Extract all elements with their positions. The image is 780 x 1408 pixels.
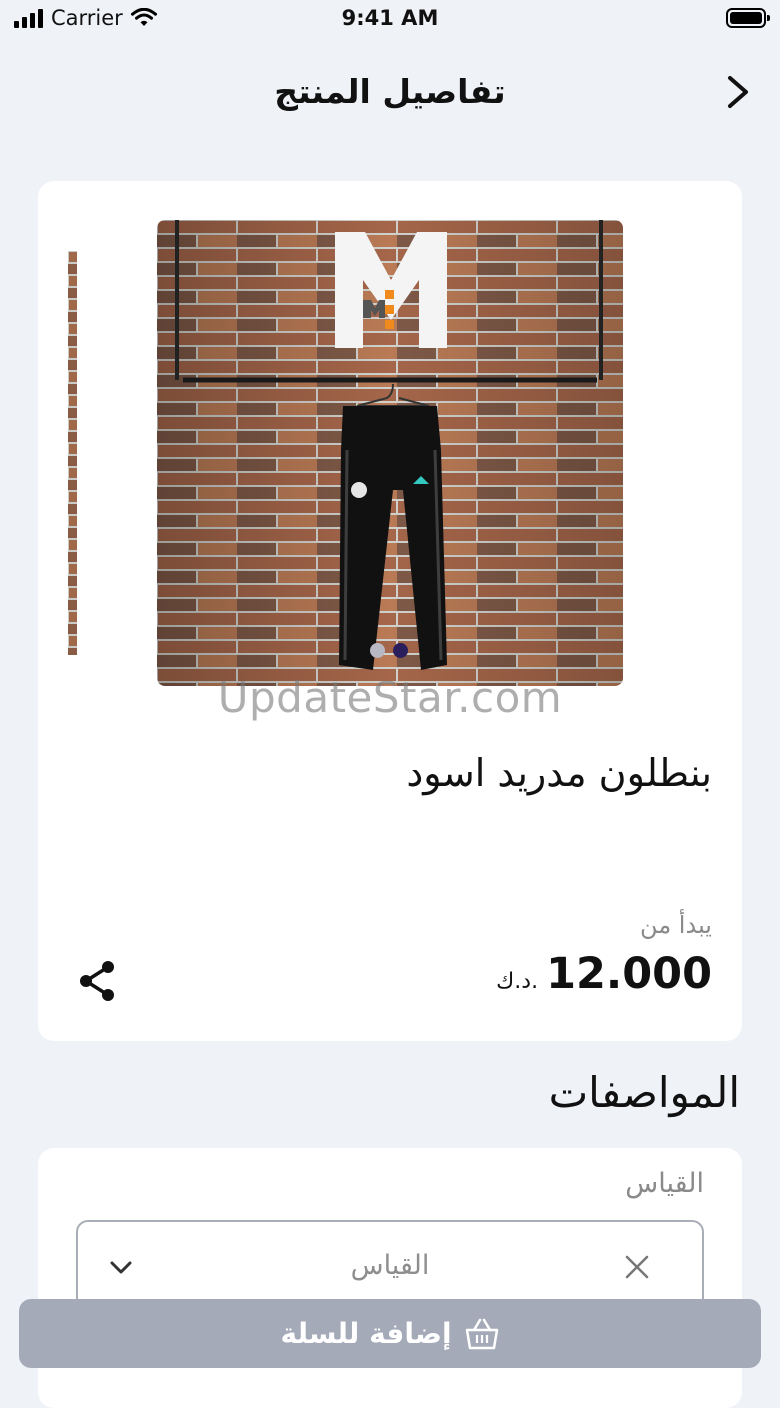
price-currency: د.ك. bbox=[496, 969, 539, 994]
share-button[interactable] bbox=[76, 959, 120, 1003]
price-value: 12.000 bbox=[546, 949, 712, 999]
chevron-right-icon bbox=[728, 76, 748, 108]
previous-slide-image[interactable] bbox=[68, 251, 77, 655]
price-row: د.ك. 12.000 bbox=[496, 949, 712, 999]
chevron-down-icon[interactable] bbox=[106, 1252, 136, 1282]
status-bar: Carrier 9:41 AM bbox=[0, 0, 780, 40]
back-button[interactable] bbox=[712, 70, 762, 114]
size-select-placeholder: القياس bbox=[350, 1250, 430, 1281]
product-name: بنطلون مدريد اسود bbox=[406, 751, 712, 795]
clear-icon[interactable] bbox=[622, 1252, 652, 1282]
nav-bar: تفاصيل المنتج bbox=[0, 50, 780, 134]
watermark: UpdateStar.com bbox=[217, 673, 563, 722]
status-time: 9:41 AM bbox=[341, 6, 439, 30]
page-title: تفاصيل المنتج bbox=[274, 72, 506, 111]
share-icon bbox=[80, 961, 114, 1001]
specs-card: القياس القياس bbox=[38, 1148, 742, 1408]
add-to-cart-label: إضافة للسلة bbox=[280, 1317, 452, 1350]
carousel-dot[interactable] bbox=[370, 643, 385, 658]
price-from-label: يبدأ من bbox=[640, 911, 712, 939]
basket-icon bbox=[465, 1318, 498, 1349]
product-image[interactable] bbox=[157, 220, 623, 686]
size-label: القياس bbox=[625, 1168, 704, 1199]
product-card: UpdateStar.com بنطلون مدريد اسود يبدأ من… bbox=[38, 181, 742, 1041]
carousel-dots bbox=[370, 643, 408, 658]
add-to-cart-button[interactable]: إضافة للسلة bbox=[19, 1299, 761, 1368]
battery-icon bbox=[726, 8, 770, 28]
specs-title: المواصفات bbox=[548, 1068, 740, 1117]
carousel-dot-active[interactable] bbox=[393, 643, 408, 658]
